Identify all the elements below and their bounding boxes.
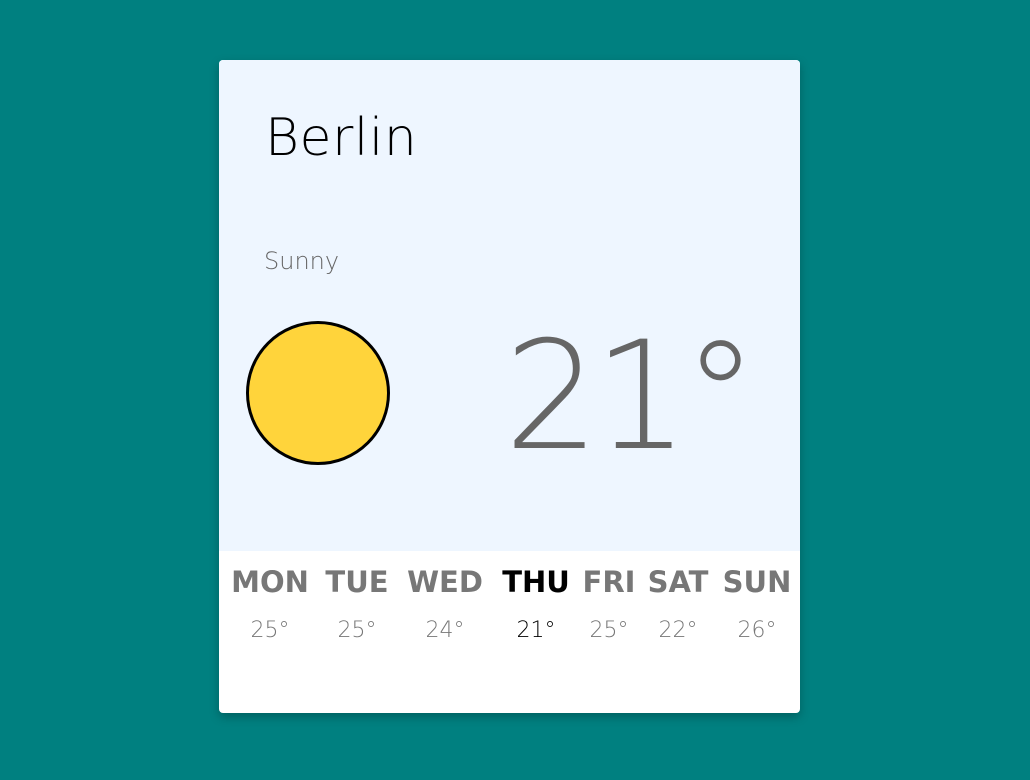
forecast-day-label: FRI <box>582 565 636 599</box>
forecast-day-thu[interactable]: THU 21° <box>501 551 571 642</box>
weather-card: Berlin Sunny 21° MON 25° TUE 25° WED 24°… <box>219 60 800 713</box>
forecast-day-wed[interactable]: WED 24° <box>404 551 486 642</box>
forecast-day-temperature: 25° <box>250 618 290 643</box>
forecast-day-fri[interactable]: FRI 25° <box>579 551 639 642</box>
weekly-forecast: MON 25° TUE 25° WED 24° THU 21° FRI 25° … <box>219 551 800 713</box>
forecast-day-label: MON <box>231 565 309 599</box>
forecast-day-label: SAT <box>647 565 709 599</box>
forecast-day-tue[interactable]: TUE 25° <box>322 551 392 642</box>
sun-icon <box>246 321 390 465</box>
forecast-day-label: SUN <box>722 565 792 599</box>
forecast-day-sun[interactable]: SUN 26° <box>721 551 793 642</box>
forecast-day-temperature: 26° <box>737 618 777 643</box>
forecast-day-label: WED <box>407 565 483 599</box>
current-temperature: 21° <box>504 310 758 484</box>
forecast-day-label: TUE <box>325 565 389 599</box>
forecast-day-temperature: 22° <box>658 618 698 643</box>
current-weather-panel: Berlin Sunny 21° <box>219 60 800 551</box>
forecast-day-temperature: 24° <box>425 618 465 643</box>
forecast-day-mon[interactable]: MON 25° <box>230 551 310 642</box>
forecast-day-temperature: 25° <box>589 618 629 643</box>
forecast-day-temperature: 21° <box>516 618 556 643</box>
forecast-day-sat[interactable]: SAT 22° <box>645 551 711 642</box>
city-name: Berlin <box>265 108 418 168</box>
weather-condition: Sunny <box>264 247 340 275</box>
forecast-day-label: THU <box>502 565 570 599</box>
forecast-day-temperature: 25° <box>337 618 377 643</box>
